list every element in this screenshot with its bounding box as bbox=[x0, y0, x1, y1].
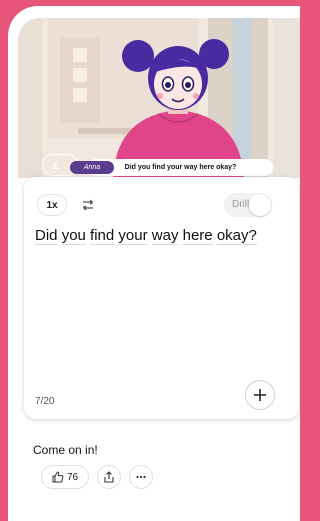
word[interactable]: Did bbox=[35, 227, 58, 245]
like-count: 76 bbox=[66, 471, 79, 483]
speaker-name: Anna bbox=[83, 164, 101, 171]
word[interactable]: your bbox=[118, 227, 148, 245]
plus-icon bbox=[254, 389, 266, 401]
drill-toggle-label: Drill bbox=[232, 199, 250, 210]
word[interactable]: here bbox=[182, 227, 213, 245]
reply-text: Come on in! bbox=[33, 443, 98, 457]
sentence-card: 1x Drill Did you find your way here okay… bbox=[24, 177, 299, 419]
drill-toggle[interactable]: Drill bbox=[224, 193, 272, 217]
phone-frame: E Did you find your way here okay? Anna … bbox=[8, 6, 300, 521]
thumbs-up-icon bbox=[52, 471, 64, 483]
speaker-name-tag: Anna bbox=[70, 161, 114, 174]
add-button[interactable] bbox=[245, 380, 275, 410]
like-button[interactable]: 76 bbox=[41, 465, 89, 489]
playback-speed-label: 1x bbox=[46, 199, 58, 211]
more-icon bbox=[136, 475, 146, 479]
sentence-progress: 7/20 bbox=[35, 396, 55, 407]
more-options-button[interactable] bbox=[129, 465, 153, 489]
word[interactable]: way bbox=[151, 227, 179, 245]
share-icon bbox=[104, 471, 114, 483]
caption-text: Did you find your way here okay? bbox=[124, 164, 237, 171]
word[interactable]: you bbox=[61, 227, 86, 245]
sentence-text: Did you find your way here okay? bbox=[35, 225, 290, 247]
caption-bubble: Did you find your way here okay? bbox=[88, 159, 273, 176]
word[interactable]: okay? bbox=[216, 227, 257, 245]
dialogue-scene[interactable]: E Did you find your way here okay? Anna bbox=[18, 18, 300, 178]
exit-button-label: E bbox=[53, 161, 60, 171]
drill-toggle-knob bbox=[249, 194, 271, 216]
loop-icon[interactable] bbox=[79, 196, 97, 214]
playback-speed-button[interactable]: 1x bbox=[37, 194, 67, 216]
word[interactable]: find bbox=[90, 227, 115, 245]
share-button[interactable] bbox=[97, 465, 121, 489]
